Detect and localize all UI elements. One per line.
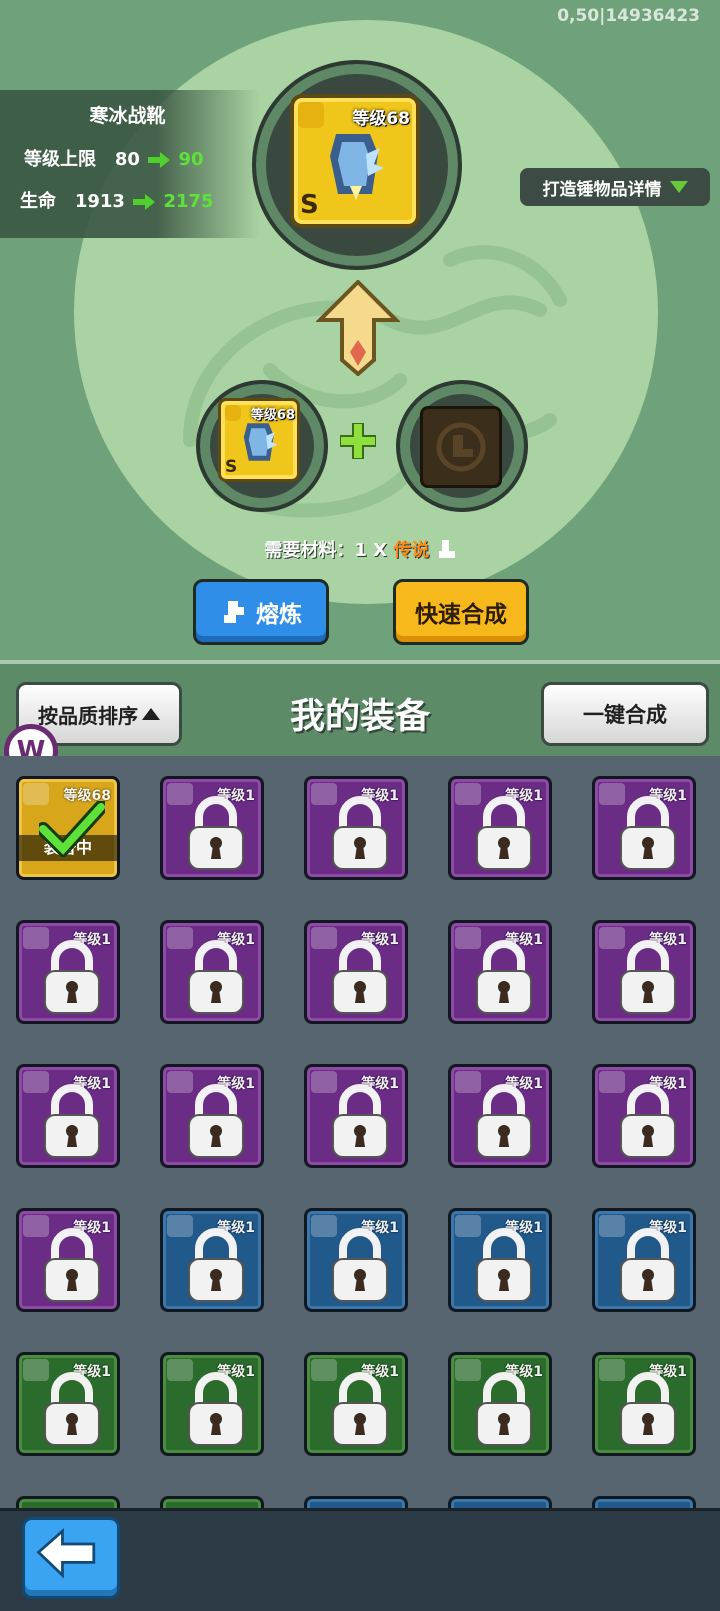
lock-icon	[617, 1083, 679, 1161]
green-arrow-icon	[133, 194, 156, 210]
quick-merge-button[interactable]: 快速合成	[393, 579, 529, 645]
equipment-slot[interactable]: 等级1	[16, 920, 120, 1024]
equipment-slot[interactable]: 等级1	[160, 1064, 264, 1168]
equipment-slot[interactable]: 等级1	[16, 1064, 120, 1168]
smelt-button[interactable]: 熔炼	[193, 579, 329, 645]
lock-icon	[185, 1083, 247, 1161]
equipment-slot[interactable]: 等级1	[160, 920, 264, 1024]
hp-from: 1913	[74, 191, 125, 212]
lock-icon	[185, 939, 247, 1017]
lock-icon	[185, 1371, 247, 1449]
item-details-label: 打造锤物品详情	[542, 179, 662, 200]
equipment-slot[interactable]: 等级1	[304, 1064, 408, 1168]
equipment-slot-partial[interactable]	[16, 1496, 120, 1508]
equipment-slot[interactable]: 等级1	[448, 1064, 552, 1168]
lock-icon	[617, 1371, 679, 1449]
item-name: 寒冰战靴	[89, 105, 166, 127]
hp-label: 生命	[20, 191, 56, 212]
ingredient-item-rank: S	[225, 457, 238, 477]
equipment-header: 按品质排序 我的装备 一键合成	[0, 660, 720, 760]
required-material-prefix: 需要材料：1 X	[264, 540, 394, 561]
equipment-slot[interactable]: 等级1	[592, 920, 696, 1024]
result-item-rank: S	[300, 190, 319, 220]
equipment-slot[interactable]: 等级1	[448, 1208, 552, 1312]
item-details-button[interactable]: 打造锤物品详情	[520, 168, 710, 206]
lock-icon	[617, 939, 679, 1017]
level-cap-from: 80	[114, 149, 140, 170]
equipment-slot[interactable]: 等级1	[16, 1352, 120, 1456]
check-icon	[36, 800, 108, 860]
result-item-card[interactable]: 等级68 S	[290, 94, 420, 228]
ice-boots-icon	[243, 423, 278, 461]
lock-icon	[41, 1227, 103, 1305]
lock-icon	[329, 1371, 391, 1449]
lock-icon	[329, 1083, 391, 1161]
equipment-slot[interactable]: 等级1	[16, 1208, 120, 1312]
equipment-slot[interactable]: 等级1	[304, 920, 408, 1024]
lock-icon	[329, 795, 391, 873]
equipment-slot[interactable]: 等级1	[160, 1352, 264, 1456]
lock-icon	[185, 1227, 247, 1305]
equipment-slot-partial[interactable]	[304, 1496, 408, 1508]
lock-icon	[473, 795, 535, 873]
equipment-slot[interactable]: 等级1	[592, 1208, 696, 1312]
equipment-slot[interactable]: 等级1	[304, 776, 408, 880]
hp-to: 2175	[163, 191, 214, 212]
quick-merge-label: 快速合成	[415, 602, 507, 628]
triangle-down-icon	[669, 181, 688, 193]
equipment-slot[interactable]: 等级1	[448, 1352, 552, 1456]
lock-icon	[617, 1227, 679, 1305]
back-arrow-icon	[36, 1527, 96, 1579]
equipment-slot[interactable]: 等级1	[160, 1208, 264, 1312]
build-id-text: 0,50|14936423	[557, 6, 700, 26]
upgrade-arrow-icon	[316, 280, 400, 376]
green-arrow-icon	[148, 152, 171, 168]
equipment-slot[interactable]: 等级1	[448, 920, 552, 1024]
equipment-slot[interactable]: 等级1	[160, 776, 264, 880]
lock-icon	[329, 939, 391, 1017]
required-quality: 传说	[393, 540, 430, 561]
lock-icon	[473, 939, 535, 1017]
hp-row: 生命 1913 2175	[20, 187, 214, 213]
item-info-panel: 寒冰战靴 等级上限 80 90 生命 1913 2175	[0, 90, 260, 238]
equipment-slot[interactable]: 等级1	[304, 1352, 408, 1456]
equipment-slot[interactable]: 等级1	[304, 1208, 408, 1312]
ingredient-item-card[interactable]: 等级68 S	[218, 398, 300, 482]
one-key-merge-button[interactable]: 一键合成	[541, 682, 709, 746]
equipment-slot[interactable]: 等级68 装备中	[16, 776, 120, 880]
equipment-slot[interactable]: 等级1	[448, 776, 552, 880]
lock-icon	[41, 939, 103, 1017]
lock-icon	[41, 1083, 103, 1161]
lock-icon	[329, 1227, 391, 1305]
equipment-slot-partial[interactable]	[592, 1496, 696, 1508]
required-material-text: 需要材料：1 X 传说	[0, 536, 720, 562]
lock-icon	[473, 1371, 535, 1449]
empty-material-slot[interactable]	[420, 406, 502, 488]
lock-icon	[473, 1227, 535, 1305]
lock-icon	[617, 795, 679, 873]
equipment-grid: 等级68 装备中 等级1 等级1 等级1 等级1 等级1 等级1 等级1 等级1 等级1 等级1 等级1…	[0, 756, 720, 1508]
level-cap-row: 等级上限 80 90	[24, 145, 204, 171]
equipment-slot[interactable]: 等级1	[592, 1352, 696, 1456]
ice-boots-icon	[330, 134, 384, 200]
smelt-icon	[224, 601, 244, 623]
back-button[interactable]	[22, 1517, 120, 1599]
plus-icon	[340, 423, 376, 459]
level-cap-label: 等级上限	[24, 149, 96, 170]
lock-icon	[41, 1371, 103, 1449]
smelt-label: 熔炼	[256, 602, 302, 628]
equipment-slot[interactable]: 等级1	[592, 1064, 696, 1168]
one-key-merge-label: 一键合成	[583, 703, 667, 727]
equipment-slot-partial[interactable]	[160, 1496, 264, 1508]
boot-icon	[438, 540, 455, 558]
lock-icon	[185, 795, 247, 873]
equipment-slot-partial[interactable]	[448, 1496, 552, 1508]
boot-placeholder-icon	[436, 422, 486, 472]
level-cap-to: 90	[178, 149, 204, 170]
forge-area: 0,50|14936423 寒冰战靴 等级上限 80 90 生命 1913 21…	[0, 0, 720, 660]
equipment-slot[interactable]: 等级1	[592, 776, 696, 880]
lock-icon	[473, 1083, 535, 1161]
